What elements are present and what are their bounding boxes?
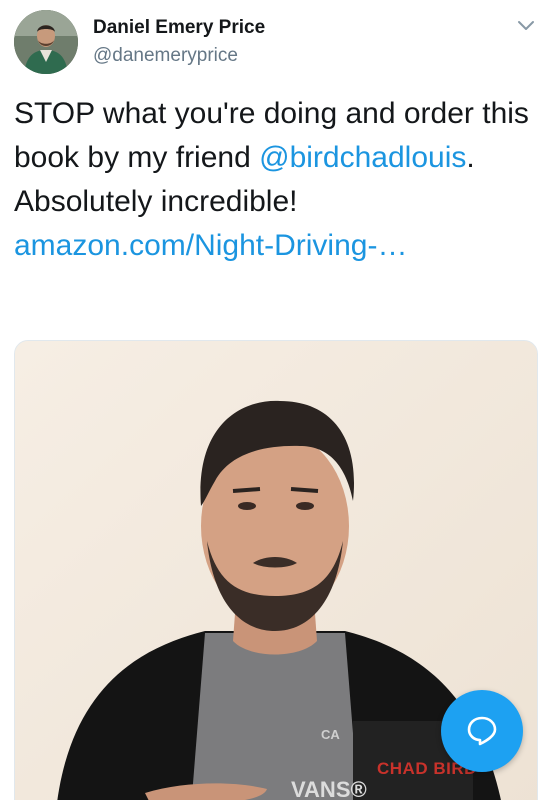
reply-fab-button[interactable]: [441, 690, 523, 772]
tweet: Daniel Emery Price @danemeryprice STOP w…: [0, 0, 552, 800]
author-name[interactable]: Daniel Emery Price: [93, 17, 265, 39]
author-avatar[interactable]: [14, 10, 78, 74]
chevron-down-icon[interactable]: [516, 16, 536, 36]
tweet-text: STOP what you're doing and order this bo…: [14, 92, 534, 268]
author-handle[interactable]: @danemeryprice: [93, 45, 238, 67]
mention-link[interactable]: @birdchadlouis: [259, 141, 466, 174]
url-link[interactable]: amazon.com/Night-Driving-…: [14, 224, 534, 268]
shirt-print-brand: VANS®: [291, 777, 367, 800]
shirt-print-top: CA: [321, 727, 340, 742]
reply-bubble-icon: [467, 716, 497, 746]
